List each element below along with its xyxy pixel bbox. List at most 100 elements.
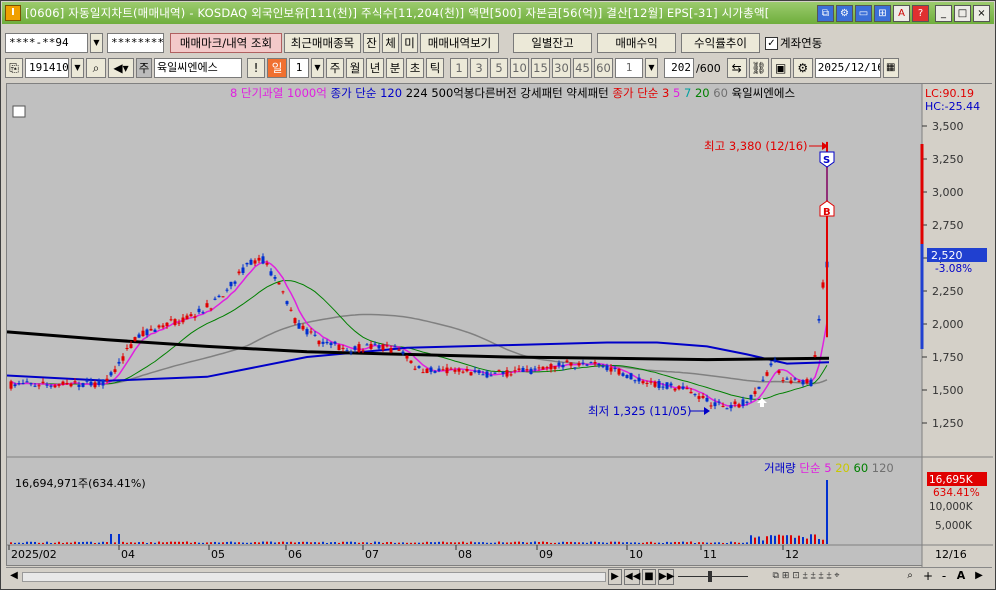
stop-button[interactable]: ■ xyxy=(642,569,656,585)
settings-icon[interactable]: ⚙ xyxy=(836,5,853,22)
close-button[interactable]: × xyxy=(973,5,990,22)
interval-5-button[interactable]: 5 xyxy=(490,58,508,78)
calendar-icon[interactable]: ▦ xyxy=(882,58,899,78)
grid-icon[interactable]: ⊞ xyxy=(874,5,891,22)
mi-button[interactable]: 미 xyxy=(401,33,418,53)
jan-button[interactable]: 잔 xyxy=(363,33,380,53)
zoom-slider[interactable] xyxy=(678,576,748,577)
period-second-button[interactable]: 초 xyxy=(406,58,424,78)
stock-code-input[interactable]: 191410 xyxy=(25,58,69,78)
interval-10-button[interactable]: 10 xyxy=(510,58,529,78)
legend-item[interactable]: 224 xyxy=(402,86,428,100)
legend-item[interactable]: 단기과열 xyxy=(237,86,283,100)
return-trend-button[interactable]: 수익률추이 xyxy=(681,33,760,53)
save-icon[interactable]: ▣ xyxy=(770,58,791,78)
volume-legend-item[interactable]: 거래량 xyxy=(764,461,796,475)
trade-mark-button[interactable]: 매매마크/내역 조회 xyxy=(170,33,282,53)
zoom-out-button[interactable]: - xyxy=(938,569,950,585)
legend-item[interactable]: 종가 단순 3 xyxy=(609,86,670,100)
zoom-in-button[interactable]: + xyxy=(922,569,934,585)
interval-60-button[interactable]: 60 xyxy=(594,58,613,78)
maximize-button[interactable]: □ xyxy=(954,5,971,22)
volume-bar xyxy=(746,542,748,544)
scroll-right-button[interactable]: ▶ xyxy=(608,569,622,585)
cascade-icon[interactable]: ⧉ xyxy=(817,5,834,22)
drawing-tools[interactable]: ⧉ ⊞ ⊡ ⩲ ⩲ ⩲ ⩲ ⌖ xyxy=(756,569,856,585)
zoom-search-icon[interactable]: ⌕ xyxy=(904,569,916,585)
volume-legend-item[interactable]: 120 xyxy=(868,461,894,475)
volume-legend-item[interactable]: 20 xyxy=(832,461,850,475)
search-icon[interactable]: ⌕ xyxy=(86,58,106,78)
chain-icon[interactable]: ⛓ xyxy=(748,58,769,78)
legend-item[interactable]: 육일씨엔에스 xyxy=(728,86,795,100)
stock-code-dropdown[interactable]: ▼ xyxy=(71,58,84,78)
minimize-button[interactable]: _ xyxy=(935,5,952,22)
account-input[interactable]: ****-**94 xyxy=(5,33,88,53)
legend-item[interactable]: 약세패턴 xyxy=(563,86,609,100)
volume-bar xyxy=(574,542,576,544)
account-dropdown[interactable]: ▼ xyxy=(90,33,103,53)
volume-legend-item[interactable]: 60 xyxy=(850,461,868,475)
interval-15-button[interactable]: 15 xyxy=(531,58,550,78)
volume-tick-5000k: 5,000K xyxy=(935,520,973,532)
che-button[interactable]: 체 xyxy=(382,33,399,53)
zoom-slider-handle[interactable] xyxy=(708,571,712,582)
legend-item[interactable]: 1000억 xyxy=(283,86,327,100)
period-num-input[interactable]: 1 xyxy=(289,58,309,78)
price-tick-label: 2,750 xyxy=(932,219,964,232)
period-day-button[interactable]: 일 xyxy=(267,58,287,78)
font-size-button[interactable]: A xyxy=(954,569,968,585)
legend-item[interactable]: 20 xyxy=(691,86,709,100)
recent-trades-button[interactable]: 최근매매종목 xyxy=(284,33,361,53)
chart-svg[interactable]: 8 단기과열 1000억 종가 단순 120 224 500억봉다른버전 강세패… xyxy=(6,84,993,567)
interval-input[interactable]: 1 xyxy=(615,58,643,78)
candle-body xyxy=(585,364,589,366)
volume-legend-item[interactable]: 단순 5 xyxy=(796,461,832,475)
rewind-button[interactable]: ◀◀ xyxy=(624,569,640,585)
trade-profit-button[interactable]: 매매수익 xyxy=(597,33,676,53)
scrollbar-track[interactable] xyxy=(22,572,606,582)
font-icon[interactable]: A xyxy=(893,5,910,22)
interval-45-button[interactable]: 45 xyxy=(573,58,592,78)
period-minute-button[interactable]: 분 xyxy=(386,58,404,78)
account-link-checkbox[interactable]: ✓ xyxy=(765,36,778,50)
stock-name-field[interactable]: 육일씨엔에스 xyxy=(154,58,242,78)
speaker-icon[interactable]: ◀▾ xyxy=(108,58,134,78)
password-input[interactable]: ******** xyxy=(107,33,164,53)
trade-view-button[interactable]: 매매내역보기 xyxy=(420,33,499,53)
window-icon[interactable]: ▭ xyxy=(855,5,872,22)
daily-balance-button[interactable]: 일별잔고 xyxy=(513,33,592,53)
fast-forward-button[interactable]: ▶▶ xyxy=(658,569,674,585)
interval-30-button[interactable]: 30 xyxy=(552,58,571,78)
period-tick-button[interactable]: 틱 xyxy=(426,58,444,78)
interval-3-button[interactable]: 3 xyxy=(470,58,488,78)
candle-body xyxy=(57,384,61,386)
gear-icon[interactable]: ⚙ xyxy=(792,58,813,78)
period-year-button[interactable]: 년 xyxy=(366,58,384,78)
legend-item[interactable]: 7 xyxy=(680,86,691,100)
date-input[interactable]: 2025/12/16 xyxy=(814,58,881,78)
link-icon[interactable]: ⇆ xyxy=(726,58,747,78)
date-axis-right-label: 12/16 xyxy=(935,548,967,561)
pin-icon[interactable]: ⎘ xyxy=(5,58,23,78)
alert-icon[interactable]: ! xyxy=(247,58,265,78)
help-icon[interactable]: ? xyxy=(912,5,929,22)
period-week-button[interactable]: 주 xyxy=(326,58,344,78)
chart-area[interactable]: 8 단기과열 1000억 종가 단순 120 224 500억봉다른버전 강세패… xyxy=(6,83,993,567)
candle-body xyxy=(685,388,689,390)
scroll-end-button[interactable]: ▶ xyxy=(972,569,986,585)
interval-1-button[interactable]: 1 xyxy=(450,58,468,78)
table-icon[interactable] xyxy=(12,105,26,118)
interval-dropdown[interactable]: ▼ xyxy=(645,58,658,78)
count-input[interactable]: 202 xyxy=(664,58,694,78)
legend-item[interactable]: 종가 단순 120 xyxy=(327,86,402,100)
candle-body xyxy=(673,388,677,391)
volume-bar xyxy=(326,542,328,544)
legend-item[interactable]: 60 xyxy=(710,86,728,100)
legend-item[interactable]: 500억봉다른버전 강세패턴 xyxy=(428,86,563,100)
legend-item[interactable]: 5 xyxy=(669,86,680,100)
scroll-left-button[interactable]: ◀ xyxy=(8,569,20,585)
legend-item[interactable]: 8 xyxy=(230,86,237,100)
period-num-dropdown[interactable]: ▼ xyxy=(311,58,324,78)
period-month-button[interactable]: 월 xyxy=(346,58,364,78)
